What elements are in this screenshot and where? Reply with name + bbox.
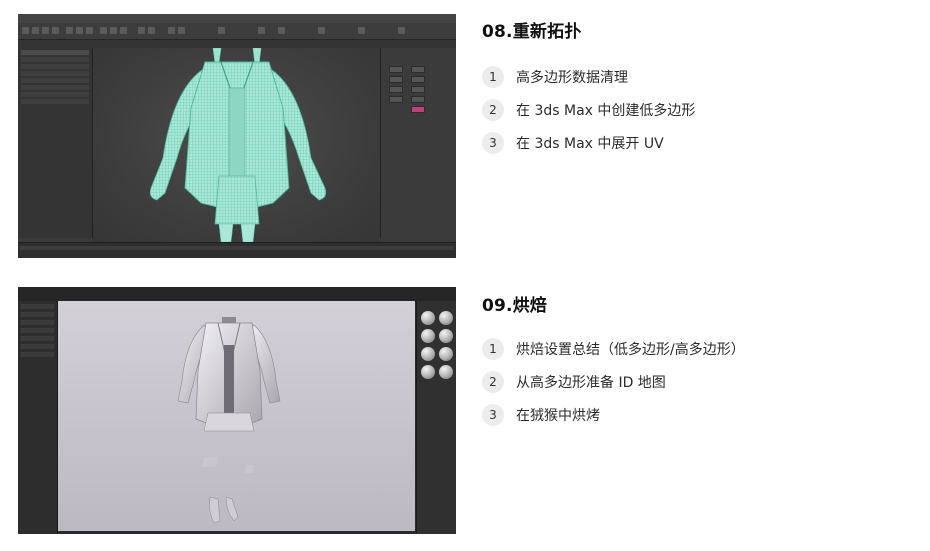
step-label: 在 3ds Max 中创建低多边形: [516, 102, 696, 119]
command-panel: [380, 48, 456, 238]
scene-explorer-panel: [18, 48, 93, 238]
step-label: 从高多边形准备 ID 地图: [516, 374, 666, 391]
app-topbar: [18, 287, 456, 302]
3d-viewport: [58, 301, 415, 531]
material-shelf: [416, 301, 456, 534]
step-number-badge: 3: [482, 131, 504, 154]
section-heading: 08.重新拓扑: [482, 22, 582, 42]
section-retopology: 08.重新拓扑 1 高多边形数据清理 2 在 3ds Max 中创建低多边形 3…: [0, 0, 930, 262]
list-item: 2 从高多边形准备 ID 地图: [482, 365, 745, 398]
step-number-badge: 2: [482, 98, 504, 121]
screenshot-painter-baking: [18, 287, 456, 534]
step-label: 在狨猴中烘烤: [516, 407, 600, 424]
section-baking: 09.烘焙 1 烘焙设置总结（低多边形/高多边形） 2 从高多边形准备 ID 地…: [0, 283, 930, 545]
step-number-badge: 2: [482, 370, 504, 393]
step-number-badge: 3: [482, 403, 504, 426]
step-number-badge: 1: [482, 337, 504, 360]
app-ribbon: [18, 40, 456, 48]
3d-viewport: [93, 48, 380, 242]
app-toolbar: [18, 23, 456, 40]
step-list: 1 高多边形数据清理 2 在 3ds Max 中创建低多边形 3 在 3ds M…: [482, 60, 695, 159]
step-label: 烘焙设置总结（低多边形/高多边形）: [516, 341, 745, 358]
screenshot-3dsmax-retopology: [18, 14, 456, 258]
step-label: 在 3ds Max 中展开 UV: [516, 135, 664, 152]
list-item: 3 在狨猴中烘烤: [482, 398, 745, 431]
step-label: 高多边形数据清理: [516, 69, 628, 86]
timeline: [18, 242, 456, 258]
list-item: 1 高多边形数据清理: [482, 60, 695, 93]
section-heading: 09.烘焙: [482, 296, 548, 316]
list-item: 3 在 3ds Max 中展开 UV: [482, 126, 695, 159]
list-item: 2 在 3ds Max 中创建低多边形: [482, 93, 695, 126]
list-item: 1 烘焙设置总结（低多边形/高多边形）: [482, 332, 745, 365]
layers-panel: [18, 301, 58, 534]
step-list: 1 烘焙设置总结（低多边形/高多边形） 2 从高多边形准备 ID 地图 3 在狨…: [482, 332, 745, 431]
baked-jacket-model: [177, 317, 281, 524]
jacket-mesh-figure: [149, 48, 327, 242]
step-number-badge: 1: [482, 65, 504, 88]
